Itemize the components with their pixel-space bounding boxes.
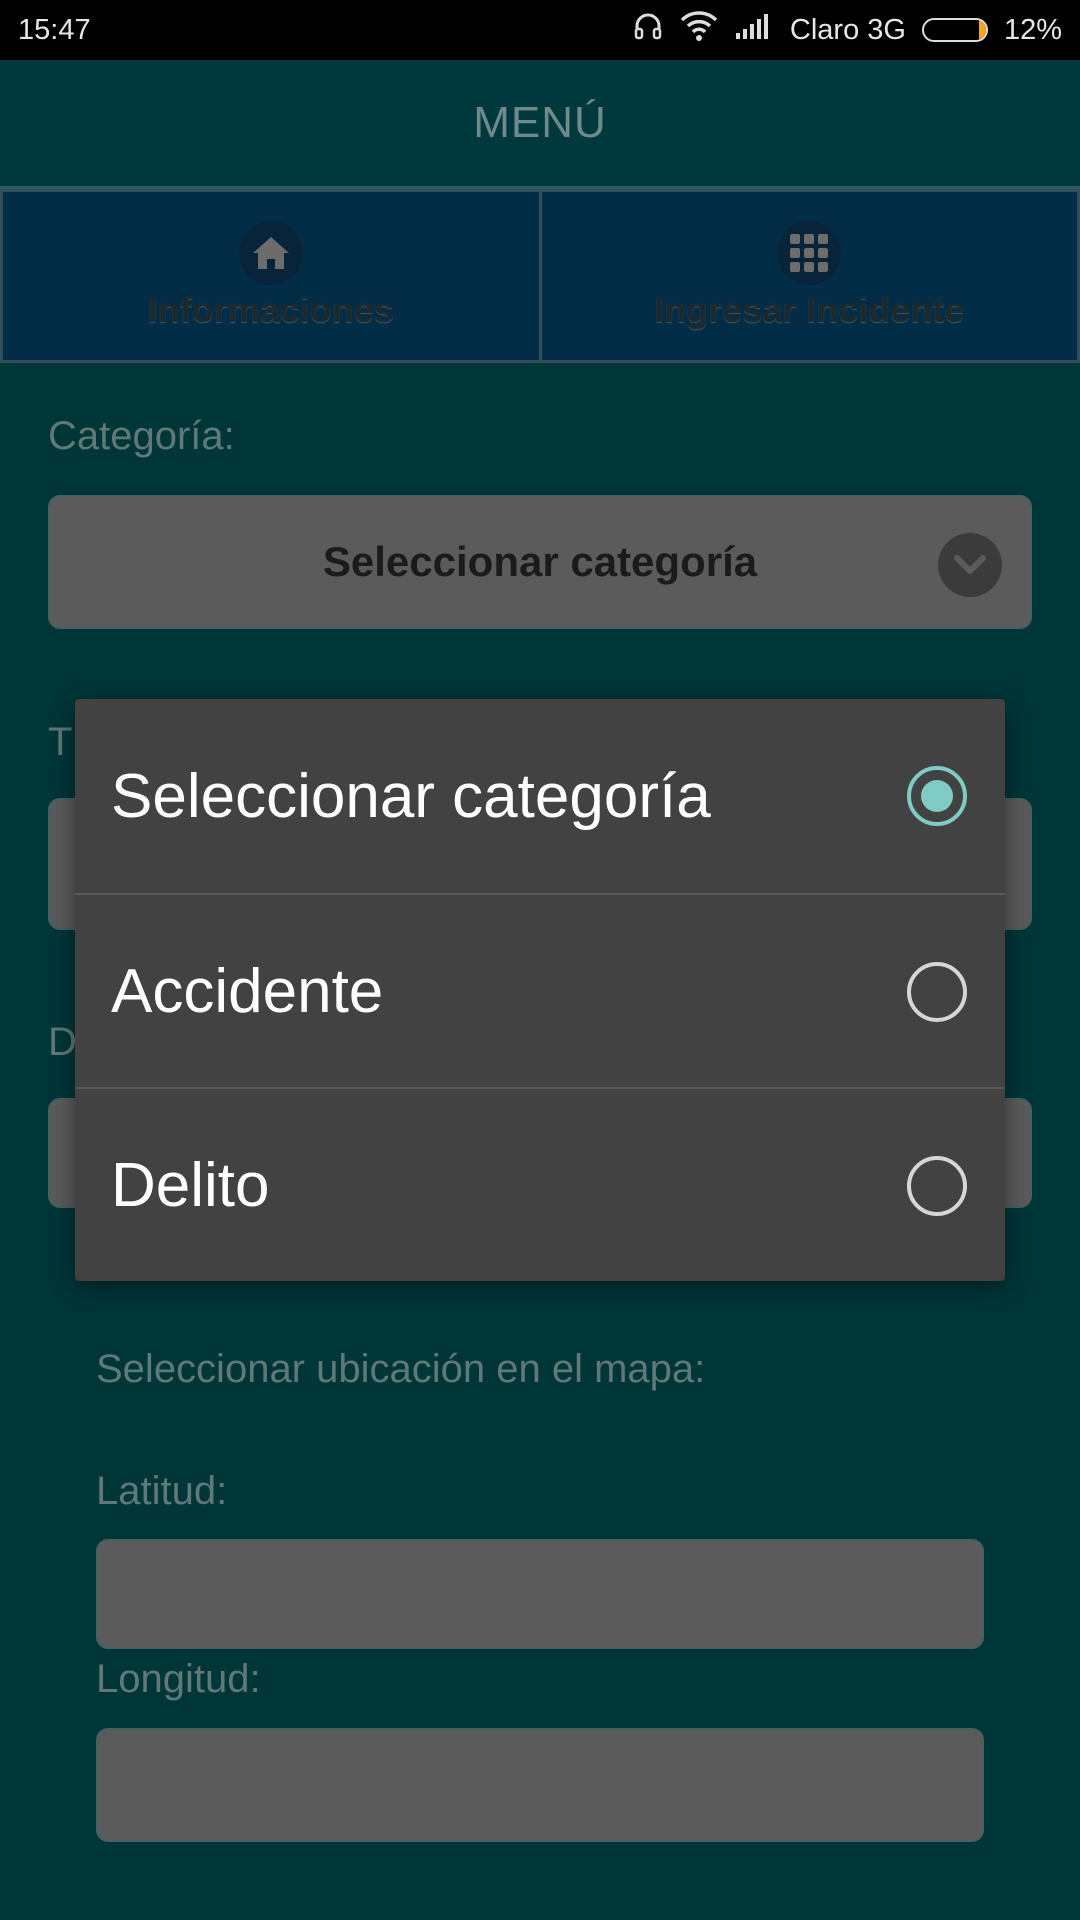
radio-unchecked-icon[interactable] xyxy=(907,962,967,1022)
partial-label-d: D xyxy=(48,1020,77,1064)
category-select-value: Seleccionar categoría xyxy=(322,538,758,585)
tab-ingresar-incidente[interactable]: Ingresar Incidente xyxy=(541,189,1080,363)
partial-label-t: T xyxy=(48,720,73,764)
category-picker-dialog: Seleccionar categoría Accidente Delito xyxy=(75,699,1005,1281)
page-title: MENÚ xyxy=(473,98,607,147)
category-select[interactable]: Seleccionar categoría xyxy=(48,495,1032,629)
latitude-field[interactable] xyxy=(96,1539,984,1649)
option-label: Delito xyxy=(111,1150,270,1220)
status-bar: 15:47 Claro 3G 12% xyxy=(0,0,1080,60)
longitude-label: Longitud: xyxy=(96,1657,261,1701)
home-icon xyxy=(238,221,303,285)
category-label: Categoría: xyxy=(48,414,235,458)
option-accidente[interactable]: Accidente xyxy=(75,893,1005,1087)
latitude-label: Latitud: xyxy=(96,1469,228,1513)
tab-label: Informaciones xyxy=(147,289,394,330)
battery-level xyxy=(978,20,986,40)
headset-icon xyxy=(632,10,664,50)
carrier-name: Claro 3G xyxy=(789,13,906,46)
radio-checked-icon[interactable] xyxy=(907,766,967,826)
option-label: Seleccionar categoría xyxy=(111,761,711,831)
grid-icon xyxy=(777,221,842,285)
tab-label: Ingresar Incidente xyxy=(654,289,965,330)
longitude-field[interactable] xyxy=(96,1728,984,1842)
option-seleccionar-categoria[interactable]: Seleccionar categoría xyxy=(75,699,1005,893)
radio-unchecked-icon[interactable] xyxy=(907,1156,967,1216)
tab-informaciones[interactable]: Informaciones xyxy=(0,189,542,363)
battery-percent: 12% xyxy=(1003,13,1062,46)
signal-icon xyxy=(734,11,774,49)
status-icons: Claro 3G 12% xyxy=(632,10,1062,50)
map-location-label: Seleccionar ubicación en el mapa: xyxy=(96,1347,706,1391)
battery-icon xyxy=(921,18,988,42)
tab-bar: Informaciones Ingresar Incidente xyxy=(0,189,1080,363)
option-label: Accidente xyxy=(111,956,384,1026)
radio-dot xyxy=(921,780,953,812)
status-time: 15:47 xyxy=(18,13,91,46)
option-delito[interactable]: Delito xyxy=(75,1087,1005,1281)
app-header: MENÚ xyxy=(0,60,1080,189)
chevron-down-icon xyxy=(938,533,1002,597)
wifi-icon xyxy=(680,10,718,50)
